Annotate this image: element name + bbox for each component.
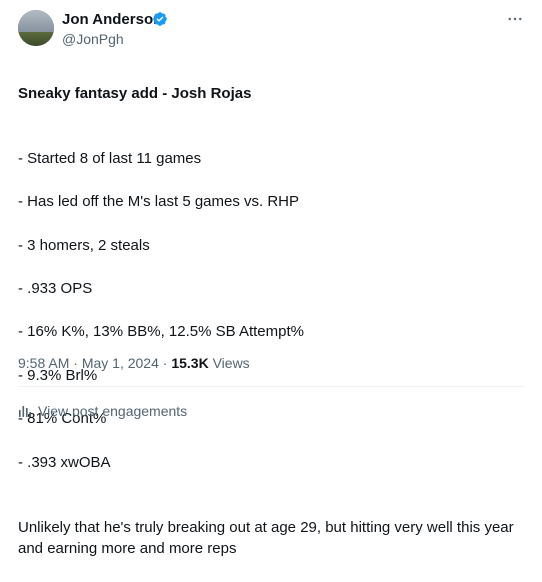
tweet-headline: Sneaky fantasy add - Josh Rojas xyxy=(18,84,252,102)
tweet-closing: Unlikely that he's truly breaking out at… xyxy=(18,518,514,558)
avatar[interactable] xyxy=(18,10,54,46)
tweet-bullet: - Started 8 of last 11 games xyxy=(18,149,202,167)
tweet-bullet: - .393 xwOBA xyxy=(18,453,111,471)
tweet-meta: 9:58 AM · May 1, 2024 · 15.3K Views xyxy=(18,354,250,372)
tweet-text: Sneaky fantasy add - Josh Rojas - Starte… xyxy=(18,61,523,582)
verified-badge-icon xyxy=(153,12,167,26)
avatar-ground xyxy=(18,32,54,46)
more-options-icon[interactable] xyxy=(506,10,524,28)
tweet-bullet: - .933 OPS xyxy=(18,280,93,298)
author-name[interactable]: Jon Anderson xyxy=(62,11,162,29)
tweet-date[interactable]: May 1, 2024 xyxy=(82,355,159,371)
tweet-bullet: - 3 homers, 2 steals xyxy=(18,236,150,254)
avatar-sky xyxy=(18,10,54,32)
meta-separator: · xyxy=(69,355,82,371)
view-engagements-label: View post engagements xyxy=(38,403,188,419)
view-engagements-link[interactable]: View post engagements xyxy=(18,402,187,420)
meta-separator: · xyxy=(158,355,172,371)
views-count: 15.3K xyxy=(171,355,209,371)
tweet-bullet: - 16% K%, 13% BB%, 12.5% SB Attempt% xyxy=(18,323,304,341)
analytics-icon xyxy=(19,406,32,417)
tweet-time[interactable]: 9:58 AM xyxy=(18,355,69,371)
author-handle[interactable]: @JonPgh xyxy=(62,30,124,48)
divider xyxy=(18,386,524,387)
tweet-bullet: - Has led off the M's last 5 games vs. R… xyxy=(18,193,300,211)
views-label: Views xyxy=(208,355,250,371)
